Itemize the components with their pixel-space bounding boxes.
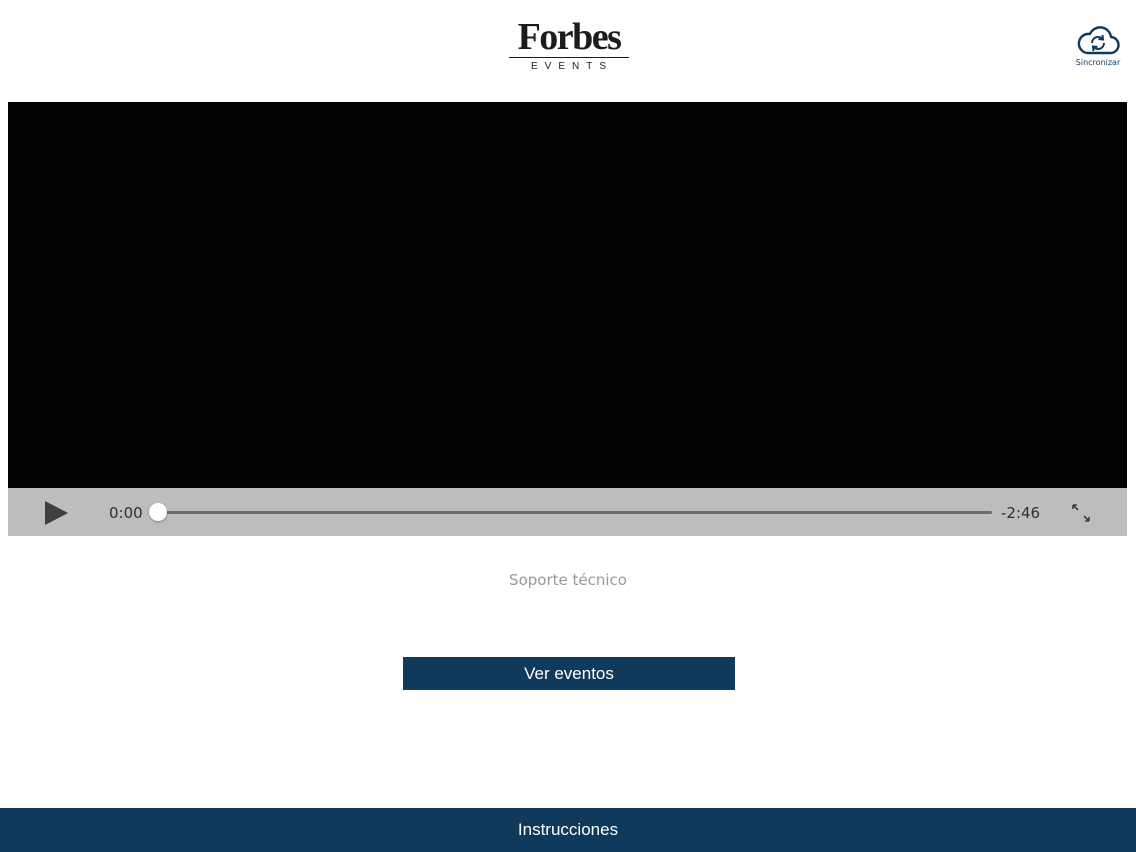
expand-icon xyxy=(1072,504,1090,522)
instructions-bar[interactable]: Instrucciones xyxy=(0,808,1136,852)
forbes-events-logo: Forbes EVENTS xyxy=(508,18,630,76)
view-events-button[interactable]: Ver eventos xyxy=(403,657,735,690)
fullscreen-button[interactable] xyxy=(1070,502,1092,524)
play-button[interactable] xyxy=(42,499,70,527)
logo-subtitle: EVENTS xyxy=(530,61,613,72)
sync-label: Sincronizar xyxy=(1075,58,1121,67)
time-elapsed: 0:00 xyxy=(109,504,143,522)
video-controls: 0:00 -2:46 xyxy=(8,488,1127,536)
support-link[interactable]: Soporte técnico xyxy=(0,571,1136,589)
cloud-sync-icon xyxy=(1077,26,1120,55)
video-player[interactable]: 0:00 -2:46 xyxy=(8,102,1127,536)
app-screen: Forbes EVENTS Sincronizar 0:00 -2:46 Sop… xyxy=(0,0,1136,852)
sync-button[interactable]: Sincronizar xyxy=(1068,22,1128,72)
play-icon xyxy=(45,501,68,525)
seek-bar[interactable] xyxy=(158,511,992,514)
seek-thumb[interactable] xyxy=(149,503,167,521)
time-remaining: -2:46 xyxy=(1001,504,1041,522)
logo-wordmark: Forbes xyxy=(517,16,622,58)
